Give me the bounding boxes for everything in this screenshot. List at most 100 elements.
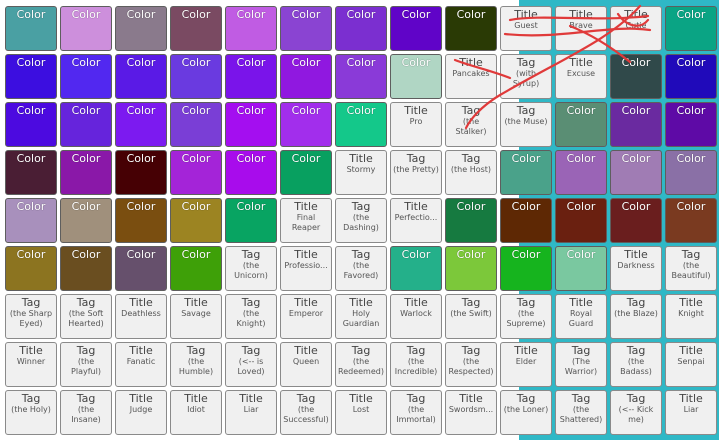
color-swatch-tile[interactable]: Color [280, 54, 332, 99]
color-swatch-tile[interactable]: Color [225, 6, 277, 51]
color-swatch-tile[interactable]: Color [170, 54, 222, 99]
color-swatch-tile[interactable]: Color [335, 102, 387, 147]
tag-tile[interactable]: Tag (the Blaze) [610, 294, 662, 339]
color-swatch-tile[interactable]: Color [115, 102, 167, 147]
color-swatch-tile[interactable]: Color [280, 150, 332, 195]
color-swatch-tile[interactable]: Color [5, 246, 57, 291]
tag-tile[interactable]: Tag (the Stalker) [445, 102, 497, 147]
color-swatch-tile[interactable]: Color [170, 6, 222, 51]
title-tile[interactable]: Title Lost [335, 390, 387, 435]
color-swatch-tile[interactable]: Color [225, 198, 277, 243]
color-swatch-tile[interactable]: Color [60, 102, 112, 147]
tag-tile[interactable]: Tag (the Badass) [610, 342, 662, 387]
color-swatch-tile[interactable]: Color [5, 6, 57, 51]
color-swatch-tile[interactable]: Color [555, 150, 607, 195]
color-swatch-tile[interactable]: Color [390, 54, 442, 99]
color-swatch-tile[interactable]: Color [665, 102, 717, 147]
color-swatch-tile[interactable]: Color [115, 150, 167, 195]
tag-tile[interactable]: Tag (the Knight) [225, 294, 277, 339]
title-tile[interactable]: Title Guest [500, 6, 552, 51]
color-swatch-tile[interactable]: Color [555, 246, 607, 291]
color-swatch-tile[interactable]: Color [390, 246, 442, 291]
tag-tile[interactable]: Tag (The Warrior) [555, 342, 607, 387]
color-swatch-tile[interactable]: Color [60, 198, 112, 243]
color-swatch-tile[interactable]: Color [445, 246, 497, 291]
title-tile[interactable]: Title Liar [665, 390, 717, 435]
title-tile[interactable]: Title Excuse [555, 54, 607, 99]
color-swatch-tile[interactable]: Color [280, 6, 332, 51]
color-swatch-tile[interactable]: Color [610, 150, 662, 195]
color-swatch-tile[interactable]: Color [500, 246, 552, 291]
color-swatch-tile[interactable]: Color [500, 198, 552, 243]
title-tile[interactable]: Title Liar [225, 390, 277, 435]
color-swatch-tile[interactable]: Color [610, 102, 662, 147]
color-swatch-tile[interactable]: Color [610, 54, 662, 99]
tag-tile[interactable]: Tag (the Loner) [500, 390, 552, 435]
color-swatch-tile[interactable]: Color [665, 54, 717, 99]
color-swatch-tile[interactable]: Color [5, 54, 57, 99]
color-swatch-tile[interactable]: Color [335, 6, 387, 51]
color-swatch-tile[interactable]: Color [60, 54, 112, 99]
title-tile[interactable]: Title Knight [665, 294, 717, 339]
title-tile[interactable]: Title Pro [390, 102, 442, 147]
title-tile[interactable]: Title Deathless [115, 294, 167, 339]
color-swatch-tile[interactable]: Color [115, 198, 167, 243]
title-tile[interactable]: Title Royal Guard [555, 294, 607, 339]
color-swatch-tile[interactable]: Color [555, 102, 607, 147]
title-tile[interactable]: Title Idiot [170, 390, 222, 435]
color-swatch-tile[interactable]: Color [170, 102, 222, 147]
color-swatch-tile[interactable]: Color [60, 246, 112, 291]
tag-tile[interactable]: Tag (the Supreme) [500, 294, 552, 339]
title-tile[interactable]: Title Elder [500, 342, 552, 387]
tag-tile[interactable]: Tag (the Respected) [445, 342, 497, 387]
color-swatch-tile[interactable]: Color [555, 198, 607, 243]
color-swatch-tile[interactable]: Color [60, 150, 112, 195]
tag-tile[interactable]: Tag (the Favored) [335, 246, 387, 291]
color-swatch-tile[interactable]: Color [225, 102, 277, 147]
color-swatch-tile[interactable]: Color [115, 54, 167, 99]
color-swatch-tile[interactable]: Color [445, 6, 497, 51]
title-tile[interactable]: Title Winner [5, 342, 57, 387]
tag-tile[interactable]: Tag (the Beautiful) [665, 246, 717, 291]
tag-tile[interactable]: Tag (the Host) [445, 150, 497, 195]
title-tile[interactable]: Title Judge [115, 390, 167, 435]
color-swatch-tile[interactable]: Color [500, 150, 552, 195]
tag-tile[interactable]: Tag (the Successful) [280, 390, 332, 435]
title-tile[interactable]: Title Senpai [665, 342, 717, 387]
color-swatch-tile[interactable]: Color [225, 54, 277, 99]
title-tile[interactable]: Title Stormy [335, 150, 387, 195]
tag-tile[interactable]: Tag (the Swift) [445, 294, 497, 339]
title-tile[interactable]: Title Cutie [610, 6, 662, 51]
color-swatch-tile[interactable]: Color [665, 150, 717, 195]
color-swatch-tile[interactable]: Color [5, 150, 57, 195]
color-swatch-tile[interactable]: Color [5, 198, 57, 243]
color-swatch-tile[interactable]: Color [445, 198, 497, 243]
title-tile[interactable]: Title Queen [280, 342, 332, 387]
tag-tile[interactable]: Tag (<-- is Loved) [225, 342, 277, 387]
color-swatch-tile[interactable]: Color [665, 6, 717, 51]
title-tile[interactable]: Title Brave [555, 6, 607, 51]
title-tile[interactable]: Title Perfectio... [390, 198, 442, 243]
color-swatch-tile[interactable]: Color [115, 6, 167, 51]
tag-tile[interactable]: Tag (the Sharp Eyed) [5, 294, 57, 339]
tag-tile[interactable]: Tag (the Immortal) [390, 390, 442, 435]
tag-tile[interactable]: Tag (the Dashing) [335, 198, 387, 243]
tag-tile[interactable]: Tag (the Shattered) [555, 390, 607, 435]
color-swatch-tile[interactable]: Color [665, 198, 717, 243]
title-tile[interactable]: Title Darkness [610, 246, 662, 291]
title-tile[interactable]: Title Emperor [280, 294, 332, 339]
title-tile[interactable]: Title Professio... [280, 246, 332, 291]
color-swatch-tile[interactable]: Color [390, 6, 442, 51]
title-tile[interactable]: Title Final Reaper [280, 198, 332, 243]
color-swatch-tile[interactable]: Color [5, 102, 57, 147]
color-swatch-tile[interactable]: Color [115, 246, 167, 291]
tag-tile[interactable]: Tag (the Soft Hearted) [60, 294, 112, 339]
tag-tile[interactable]: Tag (the Humble) [170, 342, 222, 387]
tag-tile[interactable]: Tag (the Holy) [5, 390, 57, 435]
color-swatch-tile[interactable]: Color [170, 150, 222, 195]
tag-tile[interactable]: Tag (the Insane) [60, 390, 112, 435]
color-swatch-tile[interactable]: Color [225, 150, 277, 195]
color-swatch-tile[interactable]: Color [280, 102, 332, 147]
title-tile[interactable]: Title Holy Guardian [335, 294, 387, 339]
color-swatch-tile[interactable]: Color [335, 54, 387, 99]
